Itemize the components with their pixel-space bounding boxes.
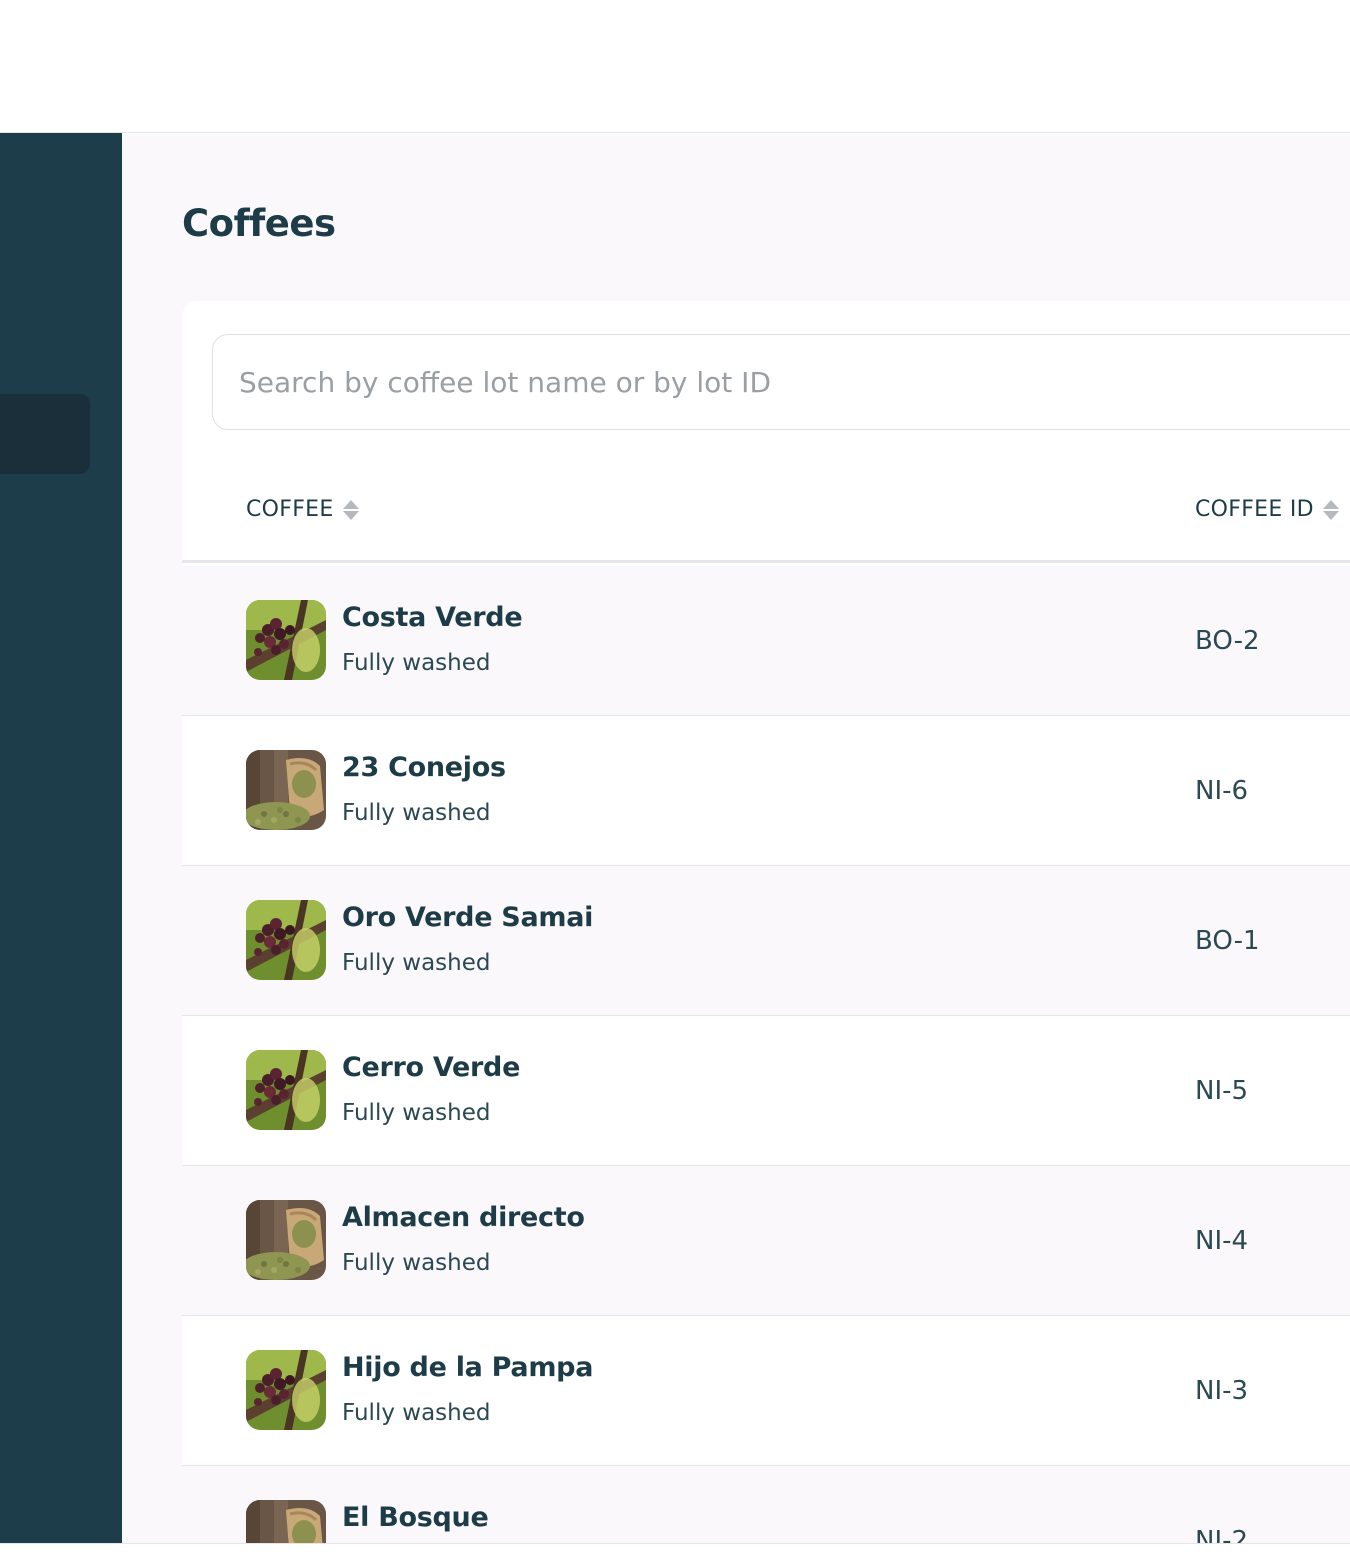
column-header-coffee-label: COFFEE <box>246 497 334 522</box>
table-row[interactable]: El BosqueFully washedNI-2 <box>182 1466 1350 1543</box>
table-row[interactable]: Hijo de la Pampa Fully washed NI-3 <box>182 1316 1350 1466</box>
coffee-cherries-icon <box>246 900 326 980</box>
table-body: Costa Verde Fully washed BO-2 23 Conejos Fu… <box>182 566 1350 1543</box>
coffee-id: NI-5 <box>1195 1076 1249 1106</box>
green-beans-sack-icon <box>246 1500 326 1543</box>
coffee-name[interactable]: Almacen directo <box>342 1202 585 1233</box>
bottom-strip <box>0 1543 1350 1554</box>
column-header-coffee-id-label: COFFEE ID <box>1195 497 1314 522</box>
coffee-id: BO-2 <box>1195 626 1260 656</box>
coffee-cherries-icon <box>246 600 326 680</box>
coffee-id: BO-1 <box>1195 926 1260 956</box>
main-content: Coffees COFFEE COFFEE ID <box>122 134 1350 1543</box>
sort-icon[interactable] <box>342 499 359 520</box>
sidebar-item-active[interactable] <box>0 394 90 474</box>
table-row[interactable]: Cerro Verde Fully washed NI-5 <box>182 1016 1350 1166</box>
coffees-card: COFFEE COFFEE ID Costa Verde Fully washed… <box>182 301 1350 1543</box>
table-row[interactable]: Almacen directo Fully washed NI-4 <box>182 1166 1350 1316</box>
column-header-coffee-id[interactable]: COFFEE ID <box>1195 497 1339 522</box>
table-header: COFFEE COFFEE ID <box>182 431 1350 563</box>
coffee-id: NI-3 <box>1195 1376 1249 1406</box>
coffee-process: Fully washed <box>342 1400 491 1426</box>
coffee-name[interactable]: Costa Verde <box>342 602 523 633</box>
table-row[interactable]: 23 Conejos Fully washed NI-6 <box>182 716 1350 866</box>
coffee-process: Fully washed <box>342 1100 491 1126</box>
coffee-cherries-icon <box>246 1350 326 1430</box>
coffee-name[interactable]: 23 Conejos <box>342 752 506 783</box>
coffee-process: Fully washed <box>342 1250 491 1276</box>
table-row[interactable]: Costa Verde Fully washed BO-2 <box>182 566 1350 716</box>
sidebar <box>0 133 122 1543</box>
coffee-cherries-icon <box>246 1050 326 1130</box>
coffee-name[interactable]: El Bosque <box>342 1502 489 1533</box>
coffee-id: NI-6 <box>1195 776 1249 806</box>
green-beans-sack-icon <box>246 750 326 830</box>
coffee-name[interactable]: Hijo de la Pampa <box>342 1352 593 1383</box>
page-title: Coffees <box>182 202 336 245</box>
search-box[interactable] <box>212 334 1350 430</box>
coffee-id: NI-4 <box>1195 1226 1249 1256</box>
search-input[interactable] <box>239 365 1350 399</box>
top-bar <box>0 0 1350 133</box>
coffee-process: Fully washed <box>342 800 491 826</box>
column-header-coffee[interactable]: COFFEE <box>246 497 359 522</box>
coffee-id: NI-2 <box>1195 1526 1249 1543</box>
table-row[interactable]: Oro Verde Samai Fully washed BO-1 <box>182 866 1350 1016</box>
coffee-name[interactable]: Cerro Verde <box>342 1052 520 1083</box>
sort-icon[interactable] <box>1322 499 1339 520</box>
green-beans-sack-icon <box>246 1200 326 1280</box>
coffee-name[interactable]: Oro Verde Samai <box>342 902 593 933</box>
coffee-process: Fully washed <box>342 950 491 976</box>
coffee-process: Fully washed <box>342 650 491 676</box>
